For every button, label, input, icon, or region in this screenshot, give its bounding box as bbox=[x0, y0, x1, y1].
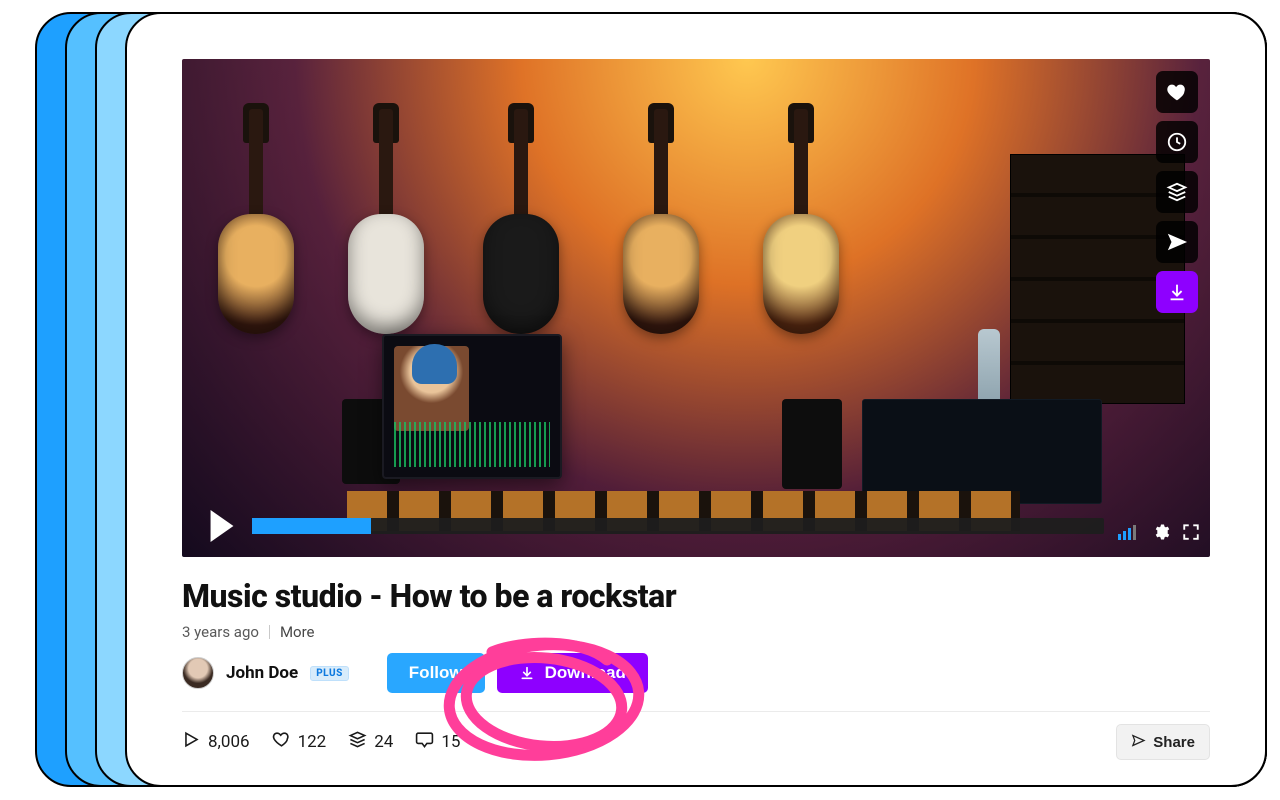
share-label: Share bbox=[1153, 734, 1195, 751]
download-tile-button[interactable] bbox=[1156, 271, 1198, 313]
stats: 8,006 122 24 15 bbox=[182, 730, 460, 754]
separator bbox=[269, 625, 270, 639]
video-meta: 3 years ago More bbox=[182, 623, 1210, 641]
video-title: Music studio - How to be a rockstar bbox=[182, 577, 1210, 615]
author-name[interactable]: John Doe bbox=[226, 663, 298, 683]
comments-stat: 15 bbox=[415, 730, 460, 754]
player-controls bbox=[182, 502, 1210, 557]
guitar-prop bbox=[477, 109, 565, 334]
share-fly-button[interactable] bbox=[1156, 221, 1198, 263]
plays-count: 8,006 bbox=[208, 732, 250, 752]
download-label: Download bbox=[545, 663, 626, 683]
progress-bar[interactable] bbox=[252, 518, 1104, 534]
video-action-rail bbox=[1156, 71, 1198, 313]
plus-badge: PLUS bbox=[310, 666, 349, 681]
progress-fill bbox=[252, 518, 371, 534]
like-button[interactable] bbox=[1156, 71, 1198, 113]
main-card: Music studio - How to be a rockstar 3 ye… bbox=[125, 12, 1267, 787]
plays-stat: 8,006 bbox=[182, 730, 250, 754]
comments-count: 15 bbox=[441, 732, 460, 752]
comment-icon bbox=[415, 730, 434, 754]
fullscreen-icon[interactable] bbox=[1182, 523, 1200, 545]
guitar-prop bbox=[342, 109, 430, 334]
divider bbox=[182, 711, 1210, 712]
download-icon bbox=[519, 665, 535, 681]
download-button[interactable]: Download bbox=[497, 653, 648, 693]
likes-count: 122 bbox=[298, 732, 327, 752]
play-button[interactable] bbox=[192, 503, 252, 549]
video-player[interactable] bbox=[182, 59, 1210, 557]
share-button[interactable]: Share bbox=[1116, 724, 1210, 760]
collections-stat: 24 bbox=[348, 730, 393, 754]
volume-icon[interactable] bbox=[1118, 524, 1140, 544]
settings-icon[interactable] bbox=[1152, 523, 1170, 545]
more-link[interactable]: More bbox=[280, 623, 315, 641]
posted-time: 3 years ago bbox=[182, 623, 259, 641]
play-icon bbox=[182, 730, 201, 754]
avatar[interactable] bbox=[182, 657, 214, 689]
watch-later-button[interactable] bbox=[1156, 121, 1198, 163]
guitar-prop bbox=[757, 109, 845, 334]
layers-icon bbox=[348, 730, 367, 754]
guitar-prop bbox=[212, 109, 300, 334]
send-icon bbox=[1131, 733, 1146, 752]
monitor-prop bbox=[382, 334, 562, 479]
author-row: John Doe PLUS Follow Download bbox=[182, 653, 1210, 693]
collections-count: 24 bbox=[374, 732, 393, 752]
follow-button[interactable]: Follow bbox=[387, 653, 485, 693]
heart-icon bbox=[272, 730, 291, 754]
likes-stat: 122 bbox=[272, 730, 327, 754]
collections-button[interactable] bbox=[1156, 171, 1198, 213]
guitar-prop bbox=[617, 109, 705, 334]
daw-screen-prop bbox=[862, 399, 1102, 504]
speaker-prop bbox=[782, 399, 842, 489]
